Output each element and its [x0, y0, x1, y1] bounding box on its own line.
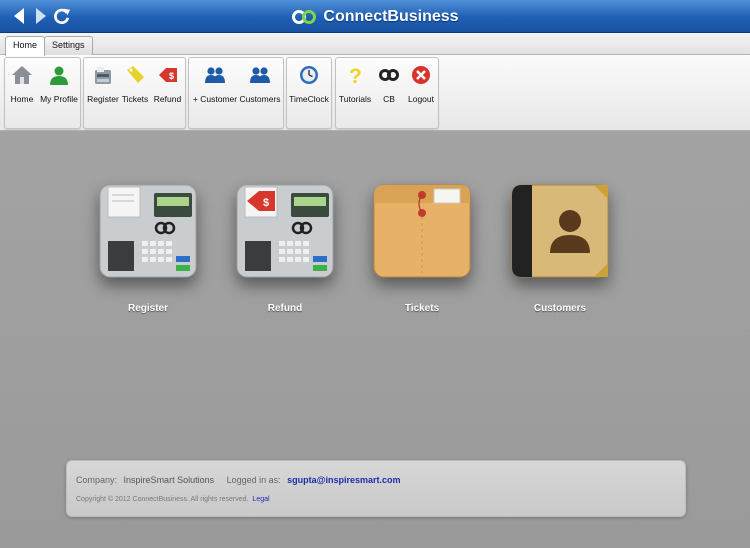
tab-settings[interactable]: Settings [44, 36, 93, 56]
timeclock-button[interactable]: TimeClock [289, 64, 329, 108]
logout-x-icon [412, 66, 430, 84]
ribbon-group-time: TimeClock [286, 57, 332, 129]
copyright-line: Copyright © 2012 ConnectBusiness. All ri… [76, 496, 270, 503]
dashboard-area: Register $ Refund Tickets Customers Comp… [0, 131, 750, 548]
ribbon-group-sales: Register Tickets $ Refund [83, 57, 186, 129]
house-icon [12, 66, 32, 84]
connectbusiness-logo-icon [292, 9, 317, 24]
register-tile[interactable]: Register [96, 181, 200, 314]
user-green-icon [50, 66, 68, 85]
refund-tag-icon: $ [158, 68, 177, 82]
add-customer-icon [205, 67, 225, 83]
account-info-panel: Company: InspireSmart Solutions Logged i… [66, 460, 686, 517]
register-icon [95, 67, 111, 84]
ribbon-toolbar: Home My Profile Register Tickets $ Refun… [0, 55, 750, 131]
tag-icon [127, 66, 144, 83]
envelope-folder-icon [373, 184, 471, 278]
customers-button[interactable]: Customers [239, 64, 281, 108]
question-icon: ? [349, 65, 362, 86]
logged-in-email[interactable]: sgupta@inspiresmart.com [287, 475, 400, 485]
refund-register-icon: $ [236, 184, 334, 278]
tickets-button[interactable]: Tickets [121, 64, 149, 108]
app-title: ConnectBusiness [0, 0, 750, 33]
account-info-line: Company: InspireSmart Solutions Logged i… [76, 475, 400, 485]
svg-text:$: $ [263, 197, 269, 209]
refund-tile[interactable]: $ Refund [233, 181, 337, 314]
home-button[interactable]: Home [9, 64, 35, 108]
ribbon-group-navigation: Home My Profile [4, 57, 81, 129]
company-value: InspireSmart Solutions [123, 475, 215, 485]
tickets-tile-label: Tickets [404, 303, 440, 314]
customers-tile[interactable]: Customers [508, 181, 612, 314]
app-title-text: ConnectBusiness [323, 7, 459, 25]
register-button[interactable]: Register [87, 64, 119, 108]
customers-icon [250, 67, 270, 83]
title-bar: ConnectBusiness [0, 0, 750, 33]
customers-tile-label: Customers [533, 303, 587, 314]
company-label: Company: [76, 475, 118, 485]
cb-button[interactable]: CB [376, 64, 402, 108]
tab-home[interactable]: Home [5, 36, 46, 56]
add-customer-button[interactable]: + Customer [192, 64, 238, 108]
refund-tile-label: Refund [267, 303, 303, 314]
refund-button[interactable]: $ Refund [152, 64, 183, 108]
cb-logo-icon [379, 69, 399, 81]
svg-text:$: $ [169, 71, 174, 81]
copyright-text: Copyright © 2012 ConnectBusiness. All ri… [76, 496, 249, 503]
register-tile-label: Register [127, 303, 168, 314]
tutorials-button[interactable]: ? Tutorials [338, 64, 372, 108]
tab-bar: Home Settings [0, 33, 750, 56]
my-profile-button[interactable]: My Profile [39, 64, 79, 108]
cash-register-icon [99, 184, 197, 278]
address-book-icon [511, 184, 609, 278]
tickets-tile[interactable]: Tickets [370, 181, 474, 314]
logout-button[interactable]: Logout [406, 64, 436, 108]
legal-link[interactable]: Legal [252, 496, 269, 503]
ribbon-group-help: ? Tutorials CB Logout [335, 57, 439, 129]
logged-in-label: Logged in as: [226, 475, 281, 485]
clock-icon [300, 66, 318, 84]
ribbon-group-customers: + Customer Customers [188, 57, 284, 129]
svg-text:?: ? [349, 65, 362, 86]
